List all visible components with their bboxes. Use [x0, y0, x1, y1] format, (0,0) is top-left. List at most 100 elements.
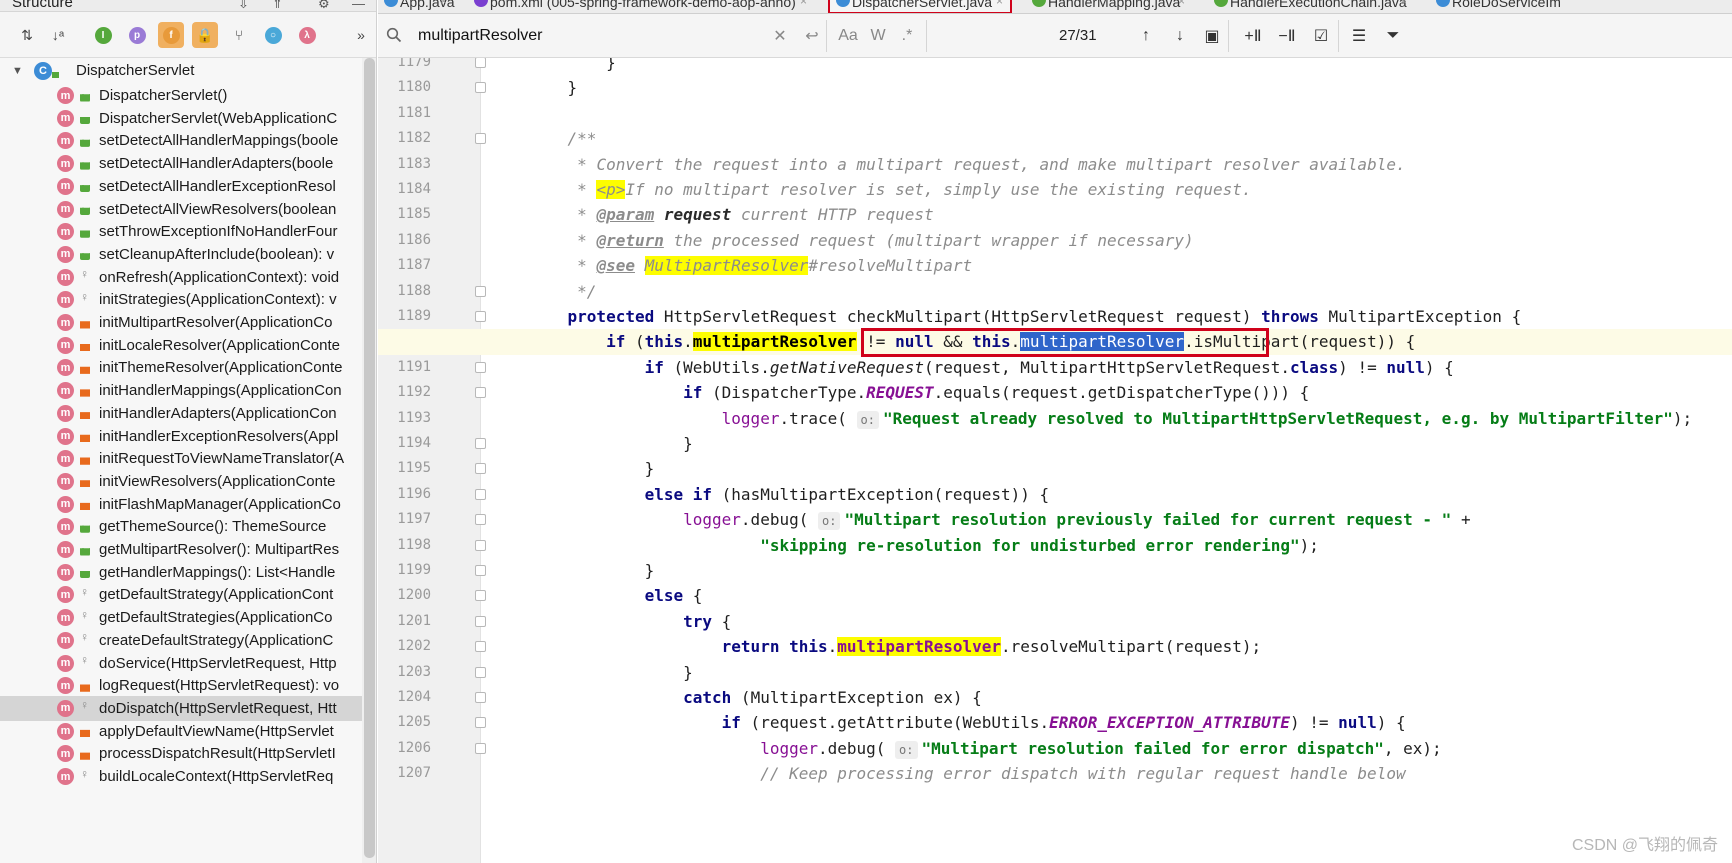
- tree-item-method[interactable]: m setDetectAllHandlerExceptionResol: [0, 174, 362, 199]
- sort-by-visibility-icon[interactable]: ⇅: [14, 22, 40, 48]
- clear-search-icon[interactable]: ✕: [770, 25, 790, 47]
- tree-item-method[interactable]: m buildLocaleContext(HttpServletReq: [0, 764, 362, 789]
- tree-item-method[interactable]: m processDispatchResult(HttpServletI: [0, 741, 362, 766]
- tree-item-method[interactable]: m getDefaultStrategy(ApplicationCont: [0, 582, 362, 607]
- tree-item-method[interactable]: m doDispatch(HttpServletRequest, Htt: [0, 695, 362, 721]
- tree-item-method[interactable]: m getHandlerMappings(): List<Handle: [0, 560, 362, 585]
- code-line[interactable]: protected HttpServletRequest checkMultip…: [378, 304, 1732, 329]
- close-tab-icon[interactable]: ×: [800, 0, 807, 8]
- code-line[interactable]: * @return the processed request (multipa…: [378, 228, 1732, 253]
- whole-words-toggle[interactable]: W: [868, 25, 888, 47]
- tree-item-method[interactable]: m DispatcherServlet(): [0, 83, 362, 108]
- show-non-public-icon[interactable]: 🔒: [192, 22, 218, 48]
- code-line[interactable]: try {: [378, 609, 1732, 634]
- tree-item-method[interactable]: m initLocaleResolver(ApplicationConte: [0, 333, 362, 358]
- collapse-icon[interactable]: ⇑: [272, 0, 283, 11]
- tree-item-method[interactable]: m applyDefaultViewName(HttpServlet: [0, 719, 362, 744]
- tree-item-method[interactable]: m setThrowExceptionIfNoHandlerFour: [0, 219, 362, 244]
- tree-item-method[interactable]: m logRequest(HttpServletRequest): vo: [0, 673, 362, 698]
- code-line[interactable]: [378, 101, 1732, 126]
- previous-match-icon[interactable]: ↑: [1136, 25, 1156, 47]
- add-occurrence-icon[interactable]: +Ⅱ: [1242, 25, 1264, 47]
- remove-occurrence-icon[interactable]: −Ⅱ: [1276, 25, 1298, 47]
- code-line[interactable]: }: [378, 75, 1732, 100]
- tree-item-method[interactable]: m getMultipartResolver(): MultipartRes: [0, 537, 362, 562]
- tree-item-method[interactable]: m initThemeResolver(ApplicationConte: [0, 355, 362, 380]
- filter-icon[interactable]: ⏷: [1382, 25, 1404, 47]
- code-line[interactable]: * @param request current HTTP request: [378, 202, 1732, 227]
- code-line[interactable]: if (DispatcherType.REQUEST.equals(reques…: [378, 380, 1732, 405]
- code-line[interactable]: }: [378, 58, 1732, 75]
- tree-item-method[interactable]: m createDefaultStrategy(ApplicationC: [0, 628, 362, 653]
- tree-item-method[interactable]: m DispatcherServlet(WebApplicationC: [0, 106, 362, 131]
- close-tab-icon[interactable]: ×: [440, 0, 447, 8]
- code-line[interactable]: * @see MultipartResolver#resolveMultipar…: [378, 253, 1732, 278]
- code-line[interactable]: * <p>If no multipart resolver is set, si…: [378, 177, 1732, 202]
- editor-tab[interactable]: pom.xml (005-spring-framework-demo-aop-a…: [468, 0, 818, 13]
- expand-arrow-icon[interactable]: ▼: [12, 65, 23, 77]
- close-tab-icon[interactable]: ×: [1400, 0, 1407, 8]
- code-line[interactable]: }: [378, 431, 1732, 456]
- editor-tab[interactable]: HandlerExecutionChain.java ×: [1208, 0, 1418, 13]
- code-line[interactable]: // Keep processing error dispatch with r…: [378, 761, 1732, 786]
- tree-item-method[interactable]: m getDefaultStrategies(ApplicationCo: [0, 605, 362, 630]
- code-line[interactable]: }: [378, 456, 1732, 481]
- tree-item-method[interactable]: m setCleanupAfterInclude(boolean): v: [0, 242, 362, 267]
- code-line[interactable]: "skipping re-resolution for undisturbed …: [378, 533, 1732, 558]
- tree-item-method[interactable]: m doService(HttpServletRequest, Http: [0, 651, 362, 676]
- tree-item-method[interactable]: m getThemeSource(): ThemeSource: [0, 514, 362, 539]
- tree-root[interactable]: ▼ C DispatcherServlet: [0, 58, 362, 83]
- tree-item-method[interactable]: m initFlashMapManager(ApplicationCo: [0, 492, 362, 517]
- code-line[interactable]: if (request.getAttribute(WebUtils.ERROR_…: [378, 710, 1732, 735]
- select-all-matches-icon[interactable]: ▣: [1202, 25, 1222, 47]
- regex-toggle[interactable]: .*: [896, 25, 918, 47]
- tree-item-method[interactable]: m initStrategies(ApplicationContext): v: [0, 287, 362, 312]
- code-line[interactable]: */: [378, 279, 1732, 304]
- tree-item-method[interactable]: m setDetectAllHandlerAdapters(boole: [0, 151, 362, 176]
- code-line[interactable]: else {: [378, 583, 1732, 608]
- structure-scrollbar[interactable]: [362, 58, 376, 863]
- replace-toggle-icon[interactable]: ↩: [802, 25, 822, 47]
- code-line[interactable]: }: [378, 660, 1732, 685]
- editor-tab[interactable]: HandlerMapping.java ×: [1026, 0, 1196, 13]
- show-anonymous-icon[interactable]: ○: [260, 22, 286, 48]
- code-line[interactable]: /**: [378, 126, 1732, 151]
- close-tab-icon[interactable]: ×: [996, 0, 1003, 8]
- show-lambda-icon[interactable]: λ: [294, 22, 320, 48]
- select-occurrences-icon[interactable]: ☑: [1310, 25, 1332, 47]
- close-tab-icon[interactable]: ×: [1178, 0, 1185, 8]
- next-match-icon[interactable]: ↓: [1170, 25, 1190, 47]
- tree-item-method[interactable]: m initHandlerMappings(ApplicationCon: [0, 378, 362, 403]
- tree-item-method[interactable]: m setDetectAllViewResolvers(boolean: [0, 197, 362, 222]
- code-line[interactable]: else if (hasMultipartException(request))…: [378, 482, 1732, 507]
- code-line[interactable]: logger.debug( o: "Multipart resolution fa…: [378, 736, 1732, 761]
- structure-scroll-thumb[interactable]: [364, 58, 375, 858]
- code-line[interactable]: return this.multipartResolver.resolveMul…: [378, 634, 1732, 659]
- show-lambdas-icon[interactable]: ⑂: [226, 22, 252, 48]
- code-line[interactable]: }: [378, 558, 1732, 583]
- more-icon[interactable]: »: [348, 22, 374, 48]
- download-icon[interactable]: ⇩: [238, 0, 249, 11]
- tree-item-method[interactable]: m initMultipartResolver(ApplicationCo: [0, 310, 362, 335]
- show-inherited-icon[interactable]: I: [90, 22, 116, 48]
- tree-item-method[interactable]: m onRefresh(ApplicationContext): void: [0, 265, 362, 290]
- code-line[interactable]: logger.trace( o: "Request already resolve…: [378, 406, 1732, 431]
- code-line[interactable]: if (WebUtils.getNativeRequest(request, M…: [378, 355, 1732, 380]
- editor-tab[interactable]: RoleDoServiceIm: [1430, 0, 1732, 13]
- tree-item-method[interactable]: m setDetectAllHandlerMappings(boole: [0, 128, 362, 153]
- tree-item-method[interactable]: m initViewResolvers(ApplicationConte: [0, 469, 362, 494]
- minimize-icon[interactable]: —: [352, 0, 365, 11]
- code-line[interactable]: catch (MultipartException ex) {: [378, 685, 1732, 710]
- code-line[interactable]: logger.debug( o: "Multipart resolution pr…: [378, 507, 1732, 532]
- search-icon[interactable]: [386, 27, 402, 43]
- code-line[interactable]: * Convert the request into a multipart r…: [378, 152, 1732, 177]
- show-properties-icon[interactable]: p: [124, 22, 150, 48]
- code-editor[interactable]: 1179 1180 1181 1182 1183 1184 1185 1186 1187 1188…: [378, 58, 1732, 863]
- editor-tab[interactable]: DispatcherServlet.java ×: [828, 0, 1012, 13]
- editor-tab[interactable]: App.java ×: [378, 0, 458, 13]
- gear-icon[interactable]: ⚙: [318, 0, 330, 11]
- search-input[interactable]: [418, 22, 818, 50]
- tree-item-method[interactable]: m initRequestToViewNameTranslator(A: [0, 446, 362, 471]
- multiline-icon[interactable]: ☰: [1348, 25, 1370, 47]
- sort-alphabetically-icon[interactable]: ↓ᵃ: [45, 22, 71, 48]
